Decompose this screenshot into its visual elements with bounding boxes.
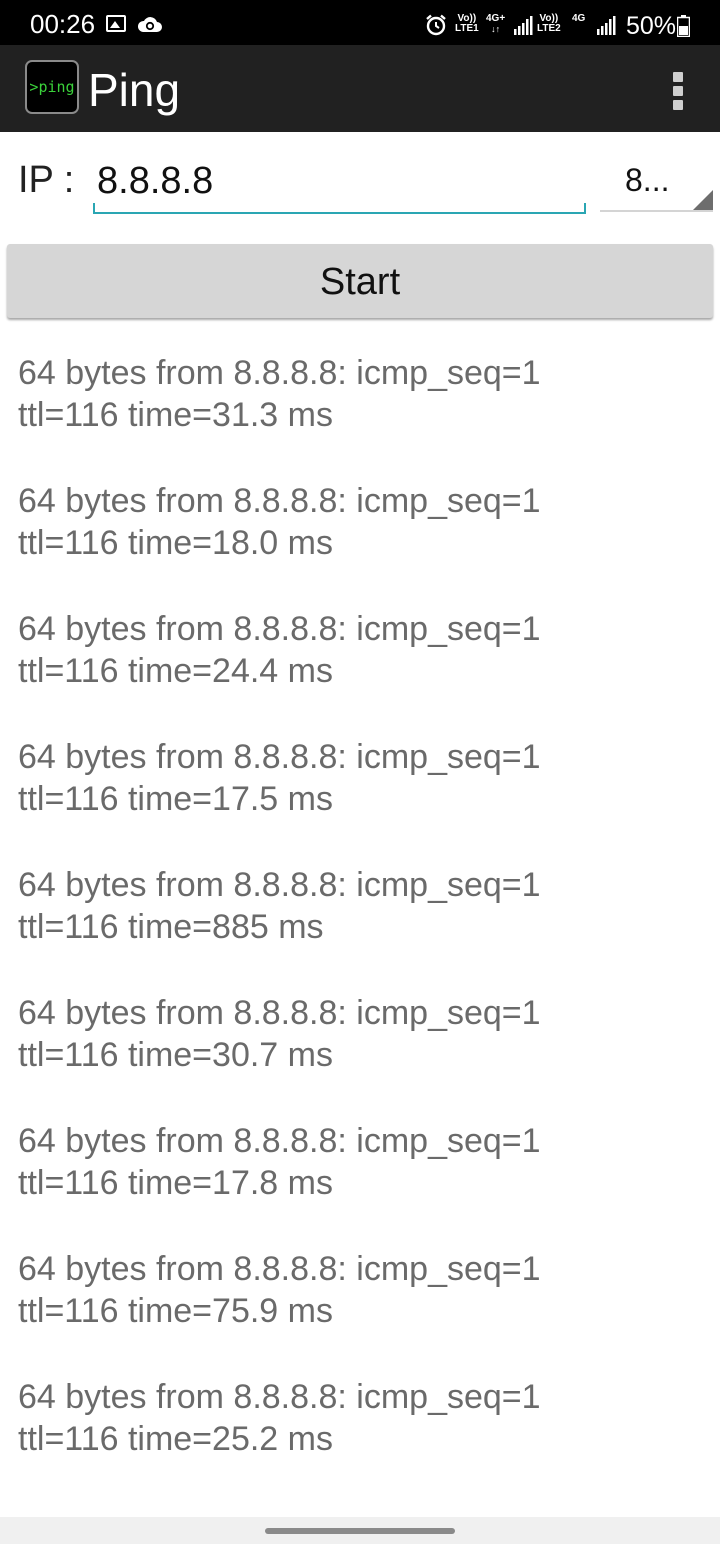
result-item: 64 bytes from 8.8.8.8: icmp_seq=1 ttl=11…: [18, 610, 541, 690]
alarm-icon: [426, 14, 446, 36]
cloud-sync-icon: [137, 17, 162, 32]
result-item: 64 bytes from 8.8.8.8: icmp_seq=1 ttl=11…: [18, 1250, 541, 1330]
count-dropdown-underline: [600, 210, 713, 212]
start-button[interactable]: Start: [7, 244, 713, 318]
result-item: 64 bytes from 8.8.8.8: icmp_seq=1 ttl=11…: [18, 482, 541, 562]
status-bar: 00:26 Vo)) LTE1 4G+ ↓↑ Vo)) LTE2 4G 50%: [0, 0, 720, 45]
sim1-network-type: 4G+ ↓↑: [486, 13, 506, 35]
battery-percent: 50%: [626, 12, 677, 40]
app-title: Ping: [88, 64, 181, 116]
sim1-bottom-text: LTE1: [455, 23, 479, 34]
image-icon: [106, 15, 126, 32]
sim1-volte-label: Vo)) LTE1: [455, 14, 479, 34]
overflow-menu-icon[interactable]: [666, 72, 690, 110]
result-item: 64 bytes from 8.8.8.8: icmp_seq=1 ttl=11…: [18, 1122, 541, 1202]
result-item: 64 bytes from 8.8.8.8: icmp_seq=1 ttl=11…: [18, 738, 541, 818]
result-item: 64 bytes from 8.8.8.8: icmp_seq=1 ttl=11…: [18, 354, 541, 434]
home-gesture-handle[interactable]: [265, 1528, 455, 1534]
sim2-bottom-text: LTE2: [537, 23, 561, 34]
app-logo: >ping: [25, 60, 79, 114]
dropdown-arrow-icon: [693, 190, 713, 210]
sim2-volte-label: Vo)) LTE2: [537, 14, 561, 34]
sim1-net-text: 4G+: [486, 13, 506, 24]
signal-icon: [597, 16, 616, 35]
sim2-net-text: 4G: [572, 13, 586, 24]
count-dropdown-value: 8...: [625, 162, 670, 198]
ip-label: IP :: [18, 159, 75, 201]
count-dropdown[interactable]: 8...: [600, 150, 713, 212]
battery-icon: [677, 15, 690, 37]
result-item: 64 bytes from 8.8.8.8: icmp_seq=1 ttl=11…: [18, 994, 541, 1074]
result-item: 64 bytes from 8.8.8.8: icmp_seq=1 ttl=11…: [18, 1378, 541, 1458]
navigation-bar: [0, 1517, 720, 1544]
result-item: 64 bytes from 8.8.8.8: icmp_seq=1 ttl=11…: [18, 866, 541, 946]
sim2-network-type: 4G: [572, 14, 585, 24]
status-time: 00:26: [30, 9, 96, 39]
signal-icon: [514, 16, 533, 35]
ping-result-list: 64 bytes from 8.8.8.8: icmp_seq=1 ttl=11…: [18, 352, 708, 1504]
action-bar: >ping Ping: [0, 45, 720, 132]
ip-input-underline: [93, 203, 586, 214]
